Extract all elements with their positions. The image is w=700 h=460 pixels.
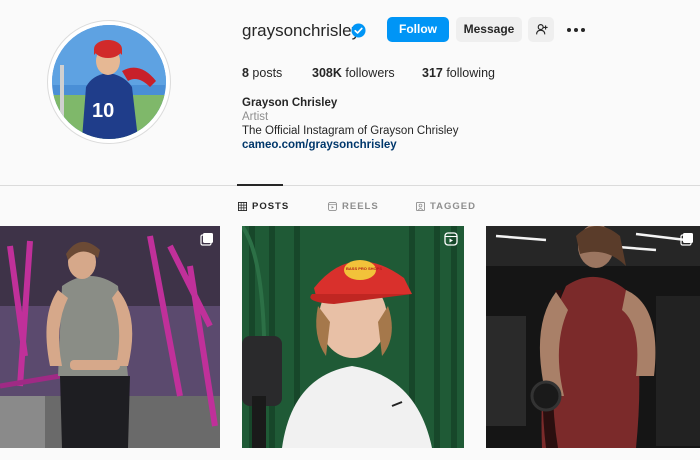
tabs-divider [0, 185, 700, 186]
post-tile[interactable] [0, 226, 220, 448]
tab-tagged[interactable]: TAGGED [416, 200, 476, 212]
followers-label: followers [341, 66, 395, 80]
following-label: following [442, 66, 495, 80]
hat-logo-text: BASS PRO SHOPS [346, 266, 382, 271]
message-button[interactable]: Message [456, 17, 522, 42]
followers-count: 308K [312, 66, 342, 80]
active-tab-indicator [237, 184, 283, 186]
post-image: BASS PRO SHOPS [242, 226, 464, 448]
following-stat[interactable]: 317 following [422, 66, 495, 80]
followers-stat[interactable]: 308K followers [312, 66, 395, 80]
suggested-users-button[interactable] [528, 17, 554, 42]
tab-tagged-label: TAGGED [430, 200, 476, 212]
posts-count: 8 [242, 66, 249, 80]
post-image [486, 226, 700, 448]
posts-stat: 8 posts [242, 66, 282, 80]
profile-header: 10 graysonchrisley Follow Message 8 post… [0, 0, 700, 185]
tab-posts-label: POSTS [252, 200, 290, 212]
grid-icon [238, 201, 247, 211]
verified-badge-icon [351, 23, 366, 38]
profile-avatar-ring[interactable]: 10 [47, 20, 171, 144]
follow-button[interactable]: Follow [387, 17, 449, 42]
profile-username: graysonchrisley [242, 21, 361, 40]
jersey-number: 10 [92, 100, 114, 122]
reel-icon [444, 232, 458, 246]
profile-bio: The Official Instagram of Grayson Chrisl… [242, 125, 459, 137]
add-user-icon [535, 24, 548, 35]
posts-label: posts [248, 66, 283, 80]
tagged-icon [416, 201, 425, 211]
reels-icon [328, 201, 337, 211]
more-options-icon[interactable] [565, 20, 587, 40]
profile-link[interactable]: cameo.com/graysonchrisley [242, 139, 397, 151]
following-count: 317 [422, 66, 443, 80]
tab-posts[interactable]: POSTS [238, 200, 289, 212]
avatar[interactable]: 10 [52, 25, 166, 139]
tab-reels-label: REELS [342, 200, 379, 212]
carousel-icon [200, 233, 213, 246]
post-image [0, 226, 220, 448]
profile-full-name: Grayson Chrisley [242, 97, 338, 109]
carousel-icon [680, 233, 693, 246]
post-tile[interactable]: BASS PRO SHOPS [242, 226, 464, 448]
post-tile[interactable] [486, 226, 700, 448]
profile-category: Artist [242, 111, 269, 123]
tab-reels[interactable]: REELS [328, 200, 379, 212]
